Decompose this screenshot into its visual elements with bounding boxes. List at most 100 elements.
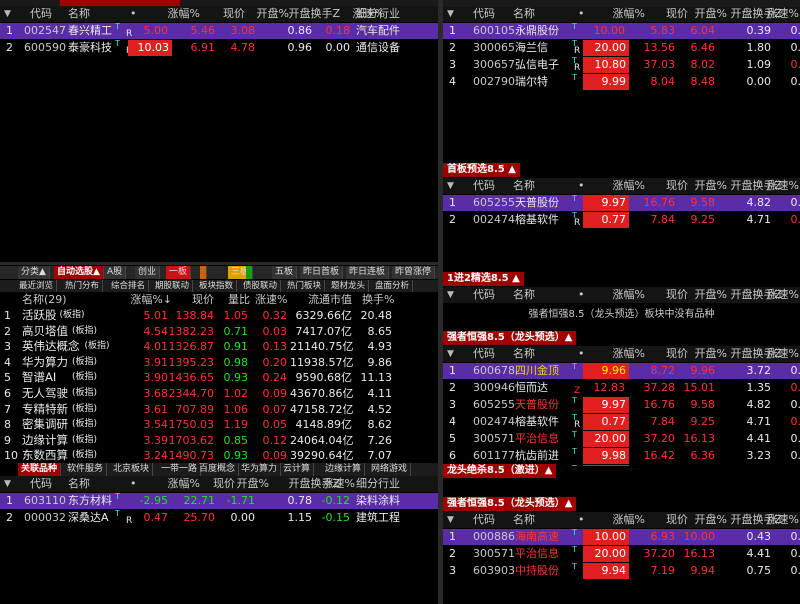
table-row[interactable]: 9 边缘计算 (板指) 3.39 1703.62 0.85 0.12 24064.04亿 7.2… [0,433,438,448]
table-row[interactable]: 1 002547 春兴精工 T R 5.00 5.46 3.08 0.86 0.18 汽车配件 [0,22,438,39]
table-row[interactable]: 5300571平治信息T20.0037.2016.134.410.00 [443,430,800,447]
table-row[interactable]: 7 专精特新 (板指) 3.61 707.89 1.06 0.07 47158.72亿 4.52 [0,402,438,417]
first-board-table-title[interactable]: 首板预选8.5 ▲ [443,163,520,177]
column-header: 现价 [666,7,688,20]
analysis-tab[interactable]: 板块指数 [196,280,238,292]
sort-arrow-icon[interactable]: ▼ [447,178,457,194]
top-right-tabstrip[interactable] [443,0,800,7]
price: 2344.70 [168,387,215,400]
table-row[interactable]: 2300065海兰信TR20.0013.566.461.800.00 [443,39,800,56]
associated-tab[interactable]: 北京板块 [110,463,154,476]
column-header: 涨幅%↓ [130,293,172,306]
associated-tab[interactable]: 网络游戏 [368,463,412,476]
analysis-tab[interactable]: 题材龙头 [328,280,370,292]
price: 6.91 [190,41,216,54]
table-row[interactable]: 3603903中持股份T9.947.199.940.750.00 [443,562,800,579]
row-index: 1 [4,309,11,322]
stock-code: 002790 [473,75,515,88]
table-row[interactable]: 3605255天普股份T9.9716.769.584.820.00 [443,396,800,413]
analysis-tab[interactable]: 热门分布 [62,280,104,292]
table-row[interactable]: 8 密集调研 (板指) 3.54 1750.03 1.19 0.05 4148.89亿 8.62 [0,417,438,432]
column-header: 现价 [666,288,688,301]
table-row[interactable]: 6 无人驾驶 (板指) 3.68 2344.70 1.02 0.09 43670.86亿 4.1… [0,386,438,401]
row-index: 5 [449,432,456,445]
table-row[interactable]: 1600678四川金顶T9.968.729.963.720.00 [443,362,800,379]
table-row[interactable]: 1000886海南高速T10.006.9310.000.430.00 [443,528,800,545]
category-tab[interactable] [246,266,253,279]
stock-name: 深桑达A [68,511,109,524]
associated-tab[interactable]: 软件服务 [64,463,108,476]
associated-tab[interactable]: 一带一路 [158,463,202,476]
analysis-tab[interactable]: 债股联动 [240,280,282,292]
category-tab[interactable]: A股 [104,266,127,279]
associated-tab[interactable]: 云计算 [280,463,315,476]
table-row[interactable]: 1 603110 东方材料 T -2.95 22.71 -1.71 0.78 -0.12 染料涂料 [0,492,438,509]
table-row[interactable]: 2002474榕基软件TR0.777.849.254.710.38 [443,211,800,228]
sort-arrow-icon[interactable]: ▼ [447,512,457,528]
turnover: 4.93 [367,340,393,354]
table-row[interactable]: 4 华为算力 (板指) 3.91 1395.23 0.98 0.20 11938.57亿 9.8… [0,355,438,370]
sort-arrow-icon[interactable]: ▼ [4,476,14,492]
table-row[interactable]: 3300657弘信电子TR10.8037.038.021.090.11 [443,56,800,73]
category-tab[interactable]: 昨曾涨停 [392,266,436,279]
associated-tab[interactable]: 关联品种 [18,463,62,476]
table-row[interactable]: 6 601177杭齿前进 T9.98 16.42 6.36 3.23 0.00 [443,447,800,464]
table-row[interactable]: 2 000032 深桑达A T R 0.47 25.70 0.00 1.15 -0.15 建筑工程 [0,509,438,526]
category-tab[interactable]: 一板 [166,266,192,279]
table-row[interactable]: 1605255天普股份T9.9716.769.584.820.00 [443,194,800,211]
vertical-divider[interactable] [438,0,443,604]
table-row[interactable]: 2600590泰豪科技TR10.036.914.780.960.00通信设备 [0,39,438,56]
analysis-tab[interactable]: 热门板块 [284,280,326,292]
sort-arrow-icon[interactable]: ▼ [447,346,457,362]
category-tab[interactable]: 创业 [135,266,161,279]
category-tab[interactable]: 自动选股▲ [54,266,104,279]
table-row[interactable]: 1600105永鼎股份T10.005.836.040.390.00 [443,22,800,39]
associated-tab[interactable]: 百度概念 [196,463,240,476]
column-header: 细分行业 [356,477,400,490]
table-row[interactable]: 2300946恒而达Z12.8337.2815.011.350.59 [443,380,800,396]
analysis-tab[interactable]: 综合排名 [108,280,150,292]
price: 1436.65 [168,371,215,385]
associated-tab[interactable]: 华为算力 [238,463,282,476]
volume-ratio: 1.19 [223,418,249,432]
price: 37.03 [643,58,676,71]
open-pct: 9.25 [690,213,716,226]
column-header: 开盘换手Z [288,7,340,20]
speed: 0.00 [790,196,800,209]
associated-tab[interactable]: 边缘计算 [322,463,366,476]
category-tab[interactable]: 五板 [272,266,298,279]
sort-arrow-icon[interactable]: ▼ [447,287,457,303]
change-pct: 9.97 [583,195,629,211]
table-row[interactable]: 1 活跃股 (板指) 5.01 138.84 1.05 0.32 6329.66亿 20.48 [0,308,438,323]
analysis-tab[interactable]: 期股联动 [152,280,194,292]
table-row[interactable]: 10 东数西算 (板指) 3.24 1490.73 0.93 0.09 39290.64亿 7.… [0,448,438,462]
table-row[interactable]: 5 智谱AI (板指) 3.90 1436.65 0.93 0.24 9590.68亿 11.1… [0,370,438,385]
strong-table-title[interactable]: 强者恒强8.5（龙头预选）▲ [443,331,577,345]
turnover: 8.62 [367,418,393,432]
table-row[interactable]: 3 英伟达概念 (板指) 4.01 1326.87 0.91 0.13 21140.75亿 4.… [0,339,438,354]
table-row[interactable]: 2 高贝塔值 (板指) 4.54 1382.23 0.71 0.03 7417.07亿 8.65 [0,324,438,339]
speed: 0.00 [790,364,800,377]
analysis-tab[interactable]: 盘面分析 [372,280,414,292]
two-board-title[interactable]: 1进2精选8.5 ▲ [443,272,524,286]
category-tab[interactable]: 昨日连板 [346,266,390,279]
strong2-table-title[interactable]: 强者恒强8.5（龙头预选）▲ [443,497,577,511]
category-tab[interactable]: 分类▲ [18,266,50,279]
sort-arrow-icon[interactable]: ▼ [4,6,14,22]
sort-arrow-icon[interactable]: ▼ [447,6,457,22]
column-header: • [130,477,137,490]
turnover: 4.52 [367,402,393,416]
open-pct: -1.71 [226,494,255,507]
analysis-tab[interactable]: 最近浏览 [16,280,58,292]
table-row[interactable]: 4002790瑞尔特T9.998.048.480.000.00 [443,73,800,90]
column-header: 涨幅% [612,347,645,360]
sector-tag: (板指) [72,450,98,461]
table-row[interactable]: 2300571平治信息T20.0037.2016.134.410.00 [443,545,800,562]
price: 37.20 [643,547,676,560]
stock-code: 603110 [24,494,66,507]
change-pct: 20.00 [583,431,629,447]
dragon-title[interactable]: 龙头绝杀8.5（激进）▲ [443,464,557,478]
table-row[interactable]: 4002474榕基软件TR0.777.849.254.710.38 [443,413,800,430]
category-tab[interactable] [200,266,207,279]
category-tab[interactable]: 昨日首板 [300,266,344,279]
